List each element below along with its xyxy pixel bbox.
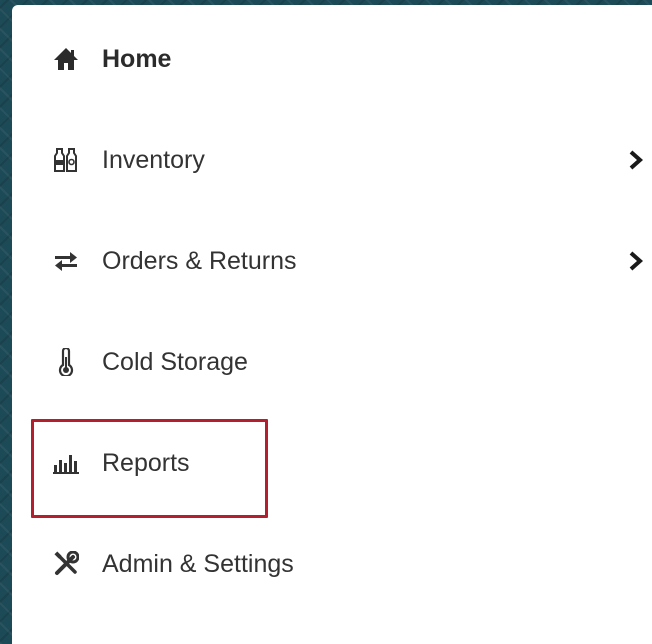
sidebar-item-inventory[interactable]: Inventory <box>12 130 652 190</box>
sidebar-item-cold-storage[interactable]: Cold Storage <box>12 332 652 392</box>
sidebar-panel: Home Inventory Orders & Returns Cold Sto… <box>12 5 652 644</box>
tools-icon <box>52 550 80 578</box>
sidebar-item-label: Cold Storage <box>102 348 248 376</box>
chevron-right-icon[interactable] <box>626 250 646 272</box>
sidebar-item-label: Inventory <box>102 146 205 174</box>
sidebar-item-home[interactable]: Home <box>12 29 652 89</box>
bottles-icon <box>52 146 80 174</box>
sidebar-item-label: Orders & Returns <box>102 247 297 275</box>
sidebar-item-admin-settings[interactable]: Admin & Settings <box>12 534 652 594</box>
sidebar-item-reports[interactable]: Reports <box>12 433 652 493</box>
exchange-arrows-icon <box>52 247 80 275</box>
sidebar-item-orders-returns[interactable]: Orders & Returns <box>12 231 652 291</box>
thermometer-icon <box>52 348 80 376</box>
sidebar-item-label: Home <box>102 45 172 73</box>
sidebar-item-label: Admin & Settings <box>102 550 294 578</box>
sidebar-item-label: Reports <box>102 449 190 477</box>
home-icon <box>52 45 80 73</box>
bar-chart-icon <box>52 449 80 477</box>
chevron-right-icon[interactable] <box>626 149 646 171</box>
